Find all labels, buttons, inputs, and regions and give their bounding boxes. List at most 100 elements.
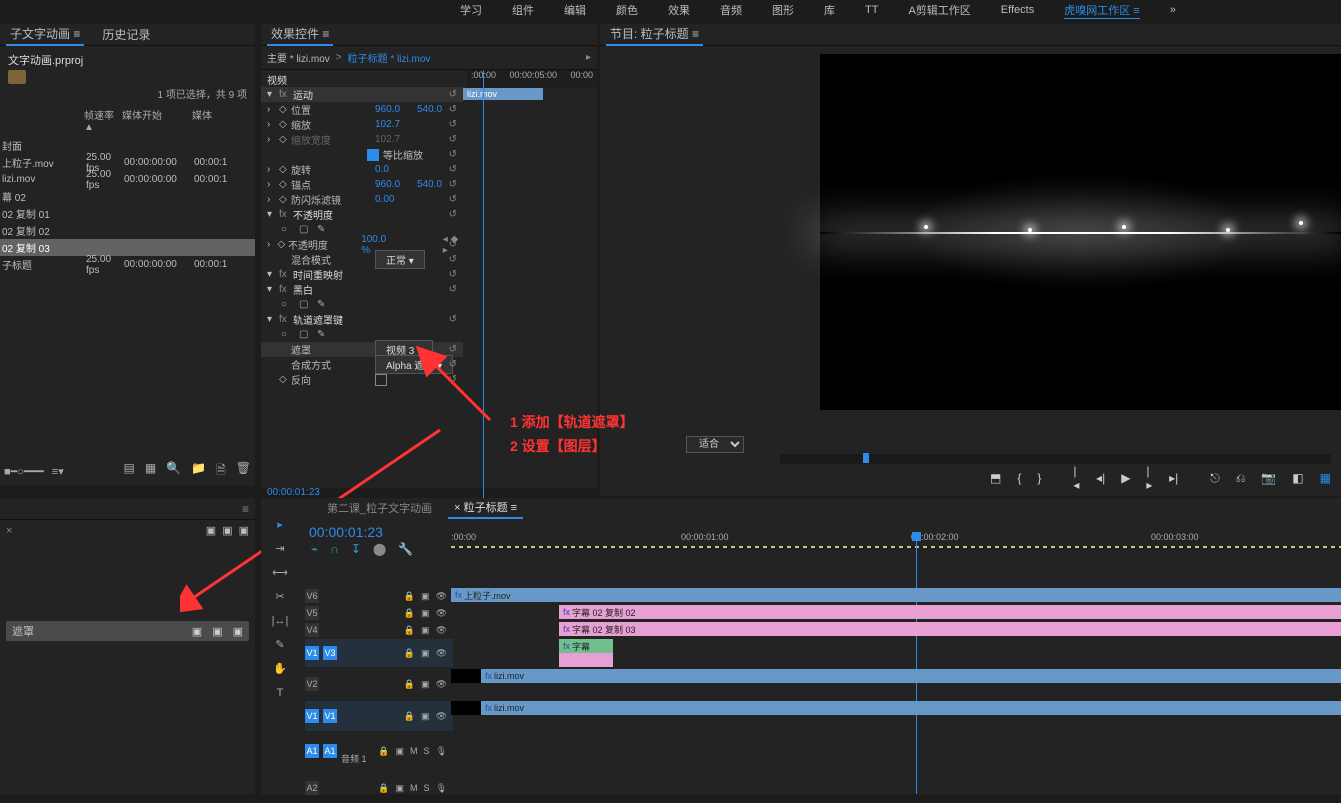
type-tool-icon[interactable]: T [277,684,284,702]
ec-playhead[interactable] [483,70,484,500]
ec-row[interactable]: ▾fx不透明度↺ [261,207,463,222]
track-header[interactable]: V6🔒▣👁 [305,588,453,604]
marker2-icon[interactable]: ↧ [351,542,361,556]
ec-row[interactable]: ▾fx运动↺ [261,87,463,102]
project-row[interactable]: 子标题25.00 fps00:00:00:0000:00:1 [0,256,255,273]
bin-icon[interactable] [8,70,26,84]
ec-row[interactable]: 视频 [261,72,463,87]
tab-history[interactable]: 历史记录 [98,24,154,45]
menu-effects2[interactable]: Effects [1001,4,1034,16]
ec-row[interactable]: ›◇位置960.0540.0↺ [261,102,463,117]
play-icon[interactable]: ▶ [1121,471,1130,485]
col-name[interactable] [0,107,84,133]
goto-out-icon[interactable]: ▸| [1169,471,1178,485]
hand-tool-icon[interactable]: ✋ [273,660,287,678]
timeline-ruler[interactable]: :00:0000:00:01:0000:00:02:0000:00:03:00 [451,532,1341,548]
track-header[interactable]: V5🔒▣👁 [305,605,453,621]
timeline-clip[interactable]: fxlizi.mov [451,669,1341,683]
ec-row[interactable]: ›◇不透明度100.0 %◂ ◆ ▸↺ [261,237,463,252]
preset-icon3[interactable]: ▣ [239,524,249,537]
crumb-seq[interactable]: 粒子标题 * lizi.mov [348,50,431,65]
track-header[interactable]: V1V1🔒▣👁 [305,701,453,731]
play-icon[interactable]: ▸ [586,52,591,63]
settings-icon[interactable]: ▦ [1320,471,1331,485]
pen-tool-icon[interactable]: ✎ [275,636,284,654]
col-out[interactable]: 媒体 [192,107,242,133]
ec-row[interactable]: ▾fx黑白↺ [261,282,463,297]
tab-program[interactable]: 节目: 粒子标题 ≡ [606,23,703,46]
selection-tool-icon[interactable]: ▸ [277,516,283,534]
wrench-icon[interactable]: 🔧 [398,542,413,556]
tab-project[interactable]: 子文字动画 ≡ [6,23,84,46]
ec-row[interactable]: ›◇缩放102.7↺ [261,117,463,132]
clear-search-icon[interactable]: × [6,525,12,537]
audio-track-header[interactable]: A1A1🔒▣MS🎙音频 1 [305,736,453,766]
timeline-clip[interactable]: fx上粒子.mov [451,588,1341,602]
timeline-clip[interactable]: fxlizi.mov [451,701,1341,715]
newitem-icon[interactable]: 🗎 [216,461,226,482]
menu-learn[interactable]: 学习 [460,2,482,18]
menu-color[interactable]: 颜色 [616,2,638,18]
tl-tab-2[interactable]: × 粒子标题 ≡ [448,497,523,519]
ec-row[interactable]: ▾fx轨道遮罩键↺ [261,312,463,327]
fit-select[interactable]: 适合 [686,436,744,453]
preset-icon2[interactable]: ▣ [222,524,232,537]
crumb-master[interactable]: 主要 * lizi.mov [267,50,330,65]
link-icon[interactable]: ∩ [330,542,339,556]
ec-row[interactable]: 合成方式Alpha 遮罩 ▾↺ [261,357,463,372]
ec-row[interactable]: ▾fx时间重映射↺ [261,267,463,282]
timeline-clip[interactable]: fx字幕 02 复制 03 [559,622,1341,636]
sort-icon[interactable]: ≡▾ [52,465,64,478]
track-header[interactable]: V2🔒▣👁 [305,669,453,699]
settings2-icon[interactable]: ⬤ [373,542,386,556]
tab-effectcontrols[interactable]: 效果控件 ≡ [267,23,333,46]
export-frame-icon[interactable]: 📷 [1261,471,1276,485]
zoom-slider[interactable]: ■━○━━━ [4,465,44,478]
playhead[interactable] [916,532,917,794]
timeline-timecode[interactable]: 00:00:01:23 [309,524,383,540]
menu-more[interactable]: » [1170,4,1176,16]
ec-row[interactable]: 等比缩放↺ [261,147,463,162]
track-select-tool-icon[interactable]: ⇥ [275,540,284,558]
freeform-icon[interactable]: ▦ [145,461,156,482]
ec-timecode[interactable]: 00:00:01:23 [267,487,320,498]
menu-edit[interactable]: 编辑 [564,2,586,18]
ec-row[interactable]: ›◇缩放宽度102.7↺ [261,132,463,147]
menu-assembly[interactable]: 组件 [512,2,534,18]
step-fwd-icon[interactable]: |▸ [1146,464,1153,492]
ec-row[interactable]: ›◇旋转0.0↺ [261,162,463,177]
ripple-tool-icon[interactable]: ⟷ [272,564,288,582]
project-row[interactable]: 上粒子.mov25.00 fps00:00:00:0000:00:1 [0,154,255,171]
panel-menu[interactable]: ≡ [242,502,249,516]
menu-wsa[interactable]: A剪辑工作区 [908,2,970,18]
ec-row[interactable]: 混合模式正常 ▾↺ [261,252,463,267]
project-row[interactable]: lizi.mov25.00 fps00:00:00:0000:00:1 [0,171,255,188]
razor-tool-icon[interactable]: ✂ [275,588,284,606]
tl-tab-1[interactable]: 第二课_粒子文字动画 [321,498,438,518]
timeline-clip[interactable]: fx字幕 02 复制 02 [559,605,1341,619]
in-icon[interactable]: { [1017,471,1021,485]
search-icon[interactable]: 🔍 [166,461,181,482]
program-scrubber[interactable] [780,454,1331,464]
timeline-clip[interactable]: fx字幕 [559,639,613,653]
ec-row[interactable]: ○▢✎ [261,297,463,312]
trash-icon[interactable]: 🗑 [236,461,251,482]
track-header[interactable]: V4🔒▣👁 [305,622,453,638]
menu-ws-custom[interactable]: 虎嗅网工作区 ≡ [1064,2,1139,19]
timeline-clip[interactable] [559,653,613,667]
project-row[interactable]: 02 复制 01 [0,205,255,222]
effect-item-trackmatte[interactable]: 遮罩 ▣▣▣ [6,621,249,641]
menu-lib[interactable]: 库 [824,2,835,18]
program-viewport[interactable] [820,54,1341,410]
newbin-icon[interactable]: 📁 [191,461,206,482]
menu-tt[interactable]: TT [865,4,878,16]
col-in[interactable]: 媒体开始 [122,107,192,133]
project-row[interactable]: 幕 02 [0,188,255,205]
track-header[interactable]: V1V3🔒▣👁 [305,639,453,667]
step-back-icon[interactable]: ◂| [1096,471,1105,485]
lift-icon[interactable]: ⎋ [1210,471,1220,486]
menu-audio[interactable]: 音频 [720,2,742,18]
snap-icon[interactable]: ⌁ [311,542,318,556]
out-icon[interactable]: } [1037,471,1041,485]
goto-in-icon[interactable]: |◂ [1073,464,1080,492]
